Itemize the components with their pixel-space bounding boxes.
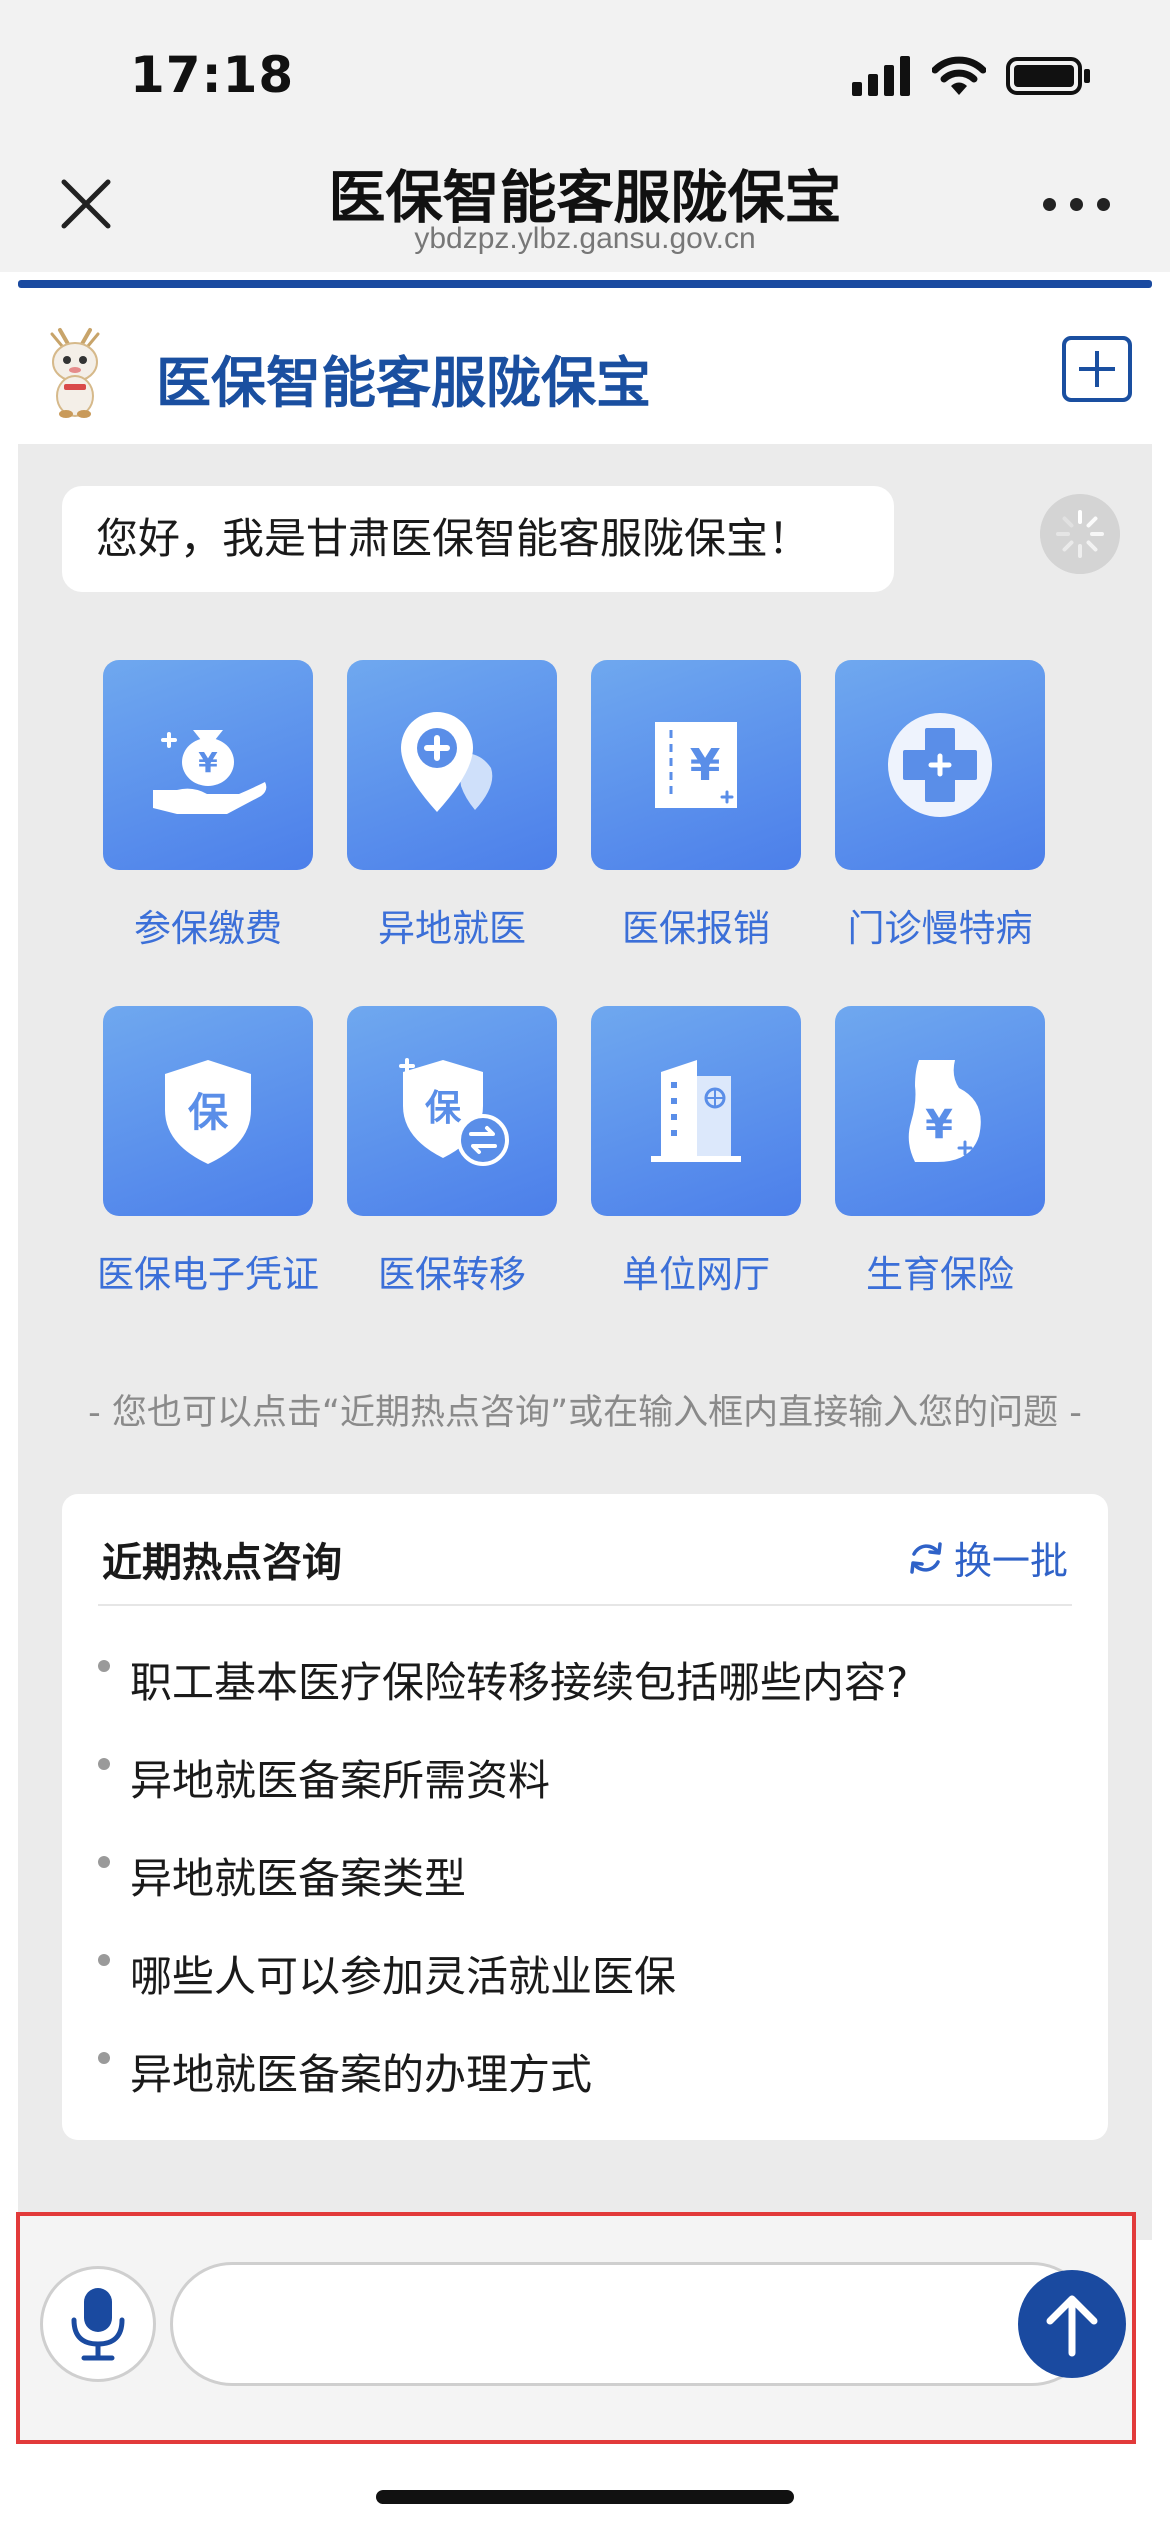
home-indicator: [376, 2490, 794, 2504]
bullet-dot: [98, 1954, 110, 1966]
svg-text:¥: ¥: [198, 746, 218, 779]
service-label: 医保电子凭证: [97, 1253, 319, 1296]
service-tile-transfer[interactable]: 保 医保转移: [330, 1006, 574, 1298]
hot-topics-list: 职工基本医疗保险转移接续包括哪些内容? 异地就医备案所需资料 异地就医备案类型 …: [98, 1630, 1078, 2120]
shield-bao-icon: 保: [103, 1006, 313, 1216]
hot-topics-title: 近期热点咨询: [102, 1540, 342, 1586]
service-label: 异地就医: [378, 907, 526, 950]
hot-topic-item[interactable]: 异地就医备案所需资料: [98, 1728, 1078, 1826]
battery-icon: [1006, 57, 1090, 95]
chat-area: 您好，我是甘肃医保智能客服陇保宝！ ¥ 参保缴费 异地就医 ¥ 医保报销 门诊慢…: [18, 444, 1152, 2240]
mascot-logo: [50, 328, 100, 418]
bullet-dot: [98, 1856, 110, 1868]
send-button[interactable]: [1018, 2270, 1126, 2378]
status-icons: [852, 54, 1092, 98]
service-label: 门诊慢特病: [847, 907, 1033, 950]
signal-icon: [852, 56, 910, 96]
service-label: 生育保险: [866, 1253, 1014, 1296]
voice-input-button[interactable]: [40, 2266, 156, 2382]
money-bag-hand-icon: ¥: [103, 660, 313, 870]
service-tile-reimbursement[interactable]: ¥ 医保报销: [574, 660, 818, 952]
hot-topic-text: 异地就医备案类型: [130, 1853, 467, 1903]
service-tile-unit-hall[interactable]: 单位网厅: [574, 1006, 818, 1298]
service-tile-insurance-payment[interactable]: ¥ 参保缴费: [86, 660, 330, 952]
nav-url: ybdzpz.ylbz.gansu.gov.cn: [414, 222, 756, 255]
wifi-icon: [932, 56, 986, 95]
arrow-up-icon: [1046, 2295, 1098, 2357]
service-tile-chronic-disease[interactable]: 门诊慢特病: [818, 660, 1062, 952]
svg-text:¥: ¥: [925, 1102, 953, 1148]
refresh-icon: [910, 1541, 942, 1574]
question-input[interactable]: [170, 2262, 1094, 2386]
loading-spinner-icon: [1040, 494, 1120, 574]
svg-text:¥: ¥: [690, 740, 721, 791]
input-bar: [16, 2212, 1136, 2444]
hot-topic-item[interactable]: 职工基本医疗保险转移接续包括哪些内容?: [98, 1630, 1078, 1728]
hot-topic-text: 异地就医备案的办理方式: [130, 2049, 593, 2099]
service-grid: ¥ 参保缴费 异地就医 ¥ 医保报销 门诊慢特病 保 医保电子凭证 保 医保转移…: [86, 660, 1066, 1298]
hot-topic-item[interactable]: 哪些人可以参加灵活就业医保: [98, 1924, 1078, 2022]
refresh-button[interactable]: 换一批: [906, 1530, 1068, 1585]
maternity-icon: ¥: [835, 1006, 1045, 1216]
medical-location-icon: [347, 660, 557, 870]
hot-topics-card: 近期热点咨询 换一批 职工基本医疗保险转移接续包括哪些内容? 异地就医备案所需资…: [62, 1494, 1108, 2140]
service-label: 单位网厅: [622, 1253, 770, 1296]
hot-topic-item[interactable]: 异地就医备案类型: [98, 1826, 1078, 1924]
hot-topic-text: 职工基本医疗保险转移接续包括哪些内容?: [130, 1657, 909, 1707]
service-tile-remote-medical[interactable]: 异地就医: [330, 660, 574, 952]
office-building-icon: [591, 1006, 801, 1216]
app-title: 医保智能客服陇保宝: [156, 351, 652, 415]
more-options-icon[interactable]: [1043, 198, 1110, 211]
service-label: 医保报销: [622, 907, 770, 950]
bullet-dot: [98, 1660, 110, 1672]
hot-topic-text: 哪些人可以参加灵活就业医保: [130, 1951, 677, 2001]
service-tile-maternity[interactable]: ¥ 生育保险: [818, 1006, 1062, 1298]
service-tile-e-voucher[interactable]: 保 医保电子凭证: [86, 1006, 330, 1298]
top-bar: 17:18 医保智能客服陇保宝 ybdzpz.ylbz.gansu.gov.cn: [0, 0, 1170, 272]
app-header: 医保智能客服陇保宝: [0, 296, 1170, 442]
shield-transfer-icon: 保: [347, 1006, 557, 1216]
hot-topics-divider: [98, 1604, 1072, 1606]
refresh-label: 换一批: [953, 1539, 1068, 1583]
medical-cross-icon: [835, 660, 1045, 870]
service-label: 参保缴费: [134, 907, 282, 950]
service-label: 医保转移: [378, 1253, 526, 1296]
reimbursement-receipt-icon: ¥: [591, 660, 801, 870]
microphone-icon: [71, 2288, 125, 2361]
hot-topic-item[interactable]: 异地就医备案的办理方式: [98, 2022, 1078, 2120]
svg-text:保: 保: [188, 1090, 229, 1136]
bullet-dot: [98, 2052, 110, 2064]
hint-text: - 您也可以点击“近期热点咨询”或在输入框内直接输入您的问题 -: [88, 1393, 1082, 1433]
svg-text:保: 保: [425, 1088, 462, 1129]
header-divider: [18, 280, 1152, 288]
hot-topic-text: 异地就医备案所需资料: [130, 1755, 551, 1805]
status-time: 17:18: [130, 46, 295, 104]
new-chat-button[interactable]: [1062, 336, 1132, 402]
bullet-dot: [98, 1758, 110, 1770]
greeting-bubble: 您好，我是甘肃医保智能客服陇保宝！: [62, 486, 894, 592]
